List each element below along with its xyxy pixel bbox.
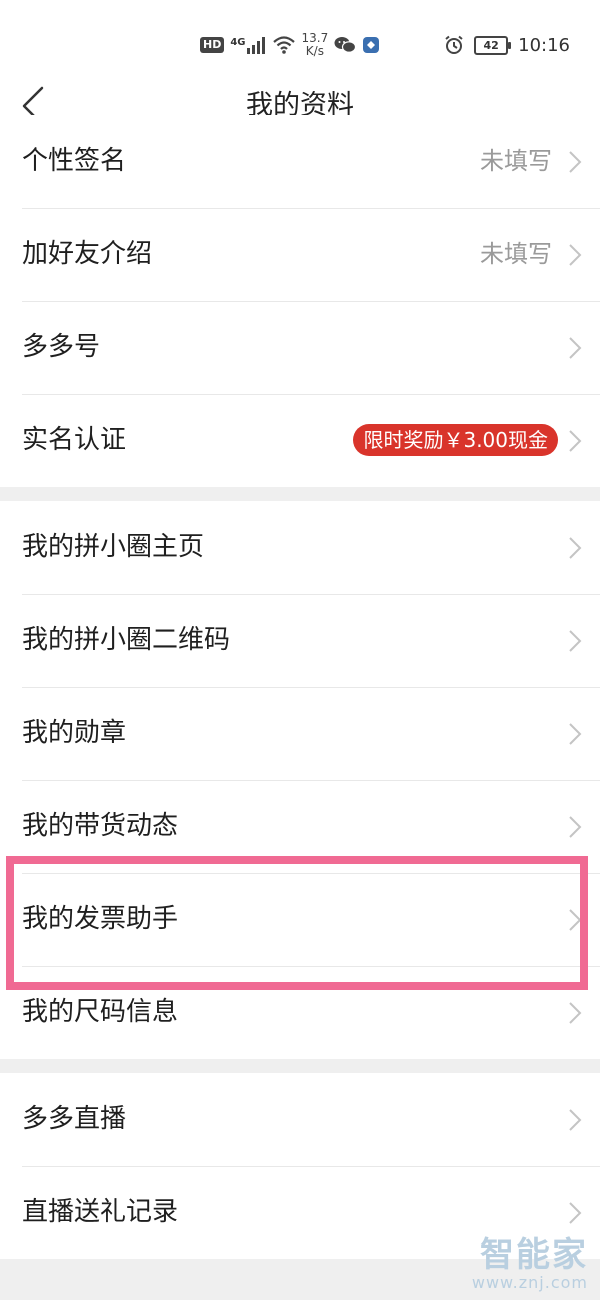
row-label: 多多直播 xyxy=(22,1104,127,1134)
chevron-right-icon xyxy=(569,337,582,359)
row-friend-intro[interactable]: 加好友介绍 未填写 xyxy=(0,208,600,301)
watermark-logo: 智能家 xyxy=(480,1235,588,1275)
chevron-right-icon xyxy=(569,1002,582,1024)
speed-value: 13.7 xyxy=(301,31,329,45)
hd-indicator: HD xyxy=(200,37,225,53)
alarm-icon xyxy=(445,35,463,54)
row-label: 我的拼小圈主页 xyxy=(22,532,205,562)
section-divider xyxy=(0,1059,600,1073)
network-speed: 13.7 K/s xyxy=(302,32,329,58)
watermark-url: www.znj.com xyxy=(471,1273,588,1292)
live-section: 多多直播 直播送礼记录 xyxy=(0,1073,600,1259)
battery-icon: 42 xyxy=(474,35,512,55)
row-label: 个性签名 xyxy=(22,146,127,176)
chevron-right-icon xyxy=(569,816,582,838)
row-medals[interactable]: 我的勋章 xyxy=(0,687,600,780)
row-real-name-auth[interactable]: 实名认证 限时奖励￥3.00现金 xyxy=(0,394,600,487)
section-divider xyxy=(0,487,600,501)
chevron-right-icon xyxy=(569,1109,582,1131)
row-invoice-assistant[interactable]: 我的发票助手 xyxy=(0,873,600,966)
row-label: 我的带货动态 xyxy=(22,811,179,841)
row-value: 未填写 xyxy=(480,147,552,175)
wechat-icon xyxy=(334,37,357,53)
chevron-right-icon xyxy=(569,244,582,266)
row-label: 我的勋章 xyxy=(22,718,127,748)
chevron-right-icon xyxy=(569,630,582,652)
row-sales-feed[interactable]: 我的带货动态 xyxy=(0,780,600,873)
wifi-icon xyxy=(272,36,295,54)
row-signature[interactable]: 个性签名 未填写 xyxy=(0,115,600,208)
speed-unit: K/s xyxy=(305,44,324,58)
signal-icon: 4G xyxy=(230,36,265,54)
chevron-right-icon xyxy=(569,537,582,559)
chevron-right-icon xyxy=(569,151,582,173)
chevron-right-icon xyxy=(569,909,582,931)
row-live-stream[interactable]: 多多直播 xyxy=(0,1073,600,1166)
row-size-info[interactable]: 我的尺码信息 xyxy=(0,966,600,1059)
watermark: 智能家 www.znj.com xyxy=(472,1237,588,1292)
profile-section: 个性签名 未填写 加好友介绍 未填写 多多号 实名认证 限时奖励￥3.00现金 xyxy=(0,115,600,487)
row-circle-homepage[interactable]: 我的拼小圈主页 xyxy=(0,501,600,594)
row-label: 我的发票助手 xyxy=(22,904,179,934)
status-left: HD 4G 13.7 K/s xyxy=(200,30,380,60)
network-type: 4G xyxy=(230,37,246,48)
row-label: 我的尺码信息 xyxy=(22,997,179,1027)
app-notification-icon xyxy=(363,37,380,53)
status-time: 10:16 xyxy=(518,34,570,56)
chevron-right-icon xyxy=(569,1202,582,1224)
row-label: 加好友介绍 xyxy=(22,239,153,269)
status-bar: HD 4G 13.7 K/s 42 10:16 xyxy=(0,0,600,70)
chevron-right-icon xyxy=(569,430,582,452)
row-label: 直播送礼记录 xyxy=(22,1197,179,1227)
reward-badge: 限时奖励￥3.00现金 xyxy=(353,424,558,456)
row-label: 多多号 xyxy=(22,332,101,362)
row-label: 实名认证 xyxy=(22,425,127,455)
row-duoduo-id[interactable]: 多多号 xyxy=(0,301,600,394)
row-value: 未填写 xyxy=(480,240,552,268)
status-right: 42 10:16 xyxy=(444,30,570,60)
chevron-right-icon xyxy=(569,723,582,745)
row-label: 我的拼小圈二维码 xyxy=(22,625,231,655)
social-section: 我的拼小圈主页 我的拼小圈二维码 我的勋章 我的带货动态 我的发票助手 我的尺码… xyxy=(0,501,600,1059)
row-circle-qrcode[interactable]: 我的拼小圈二维码 xyxy=(0,594,600,687)
